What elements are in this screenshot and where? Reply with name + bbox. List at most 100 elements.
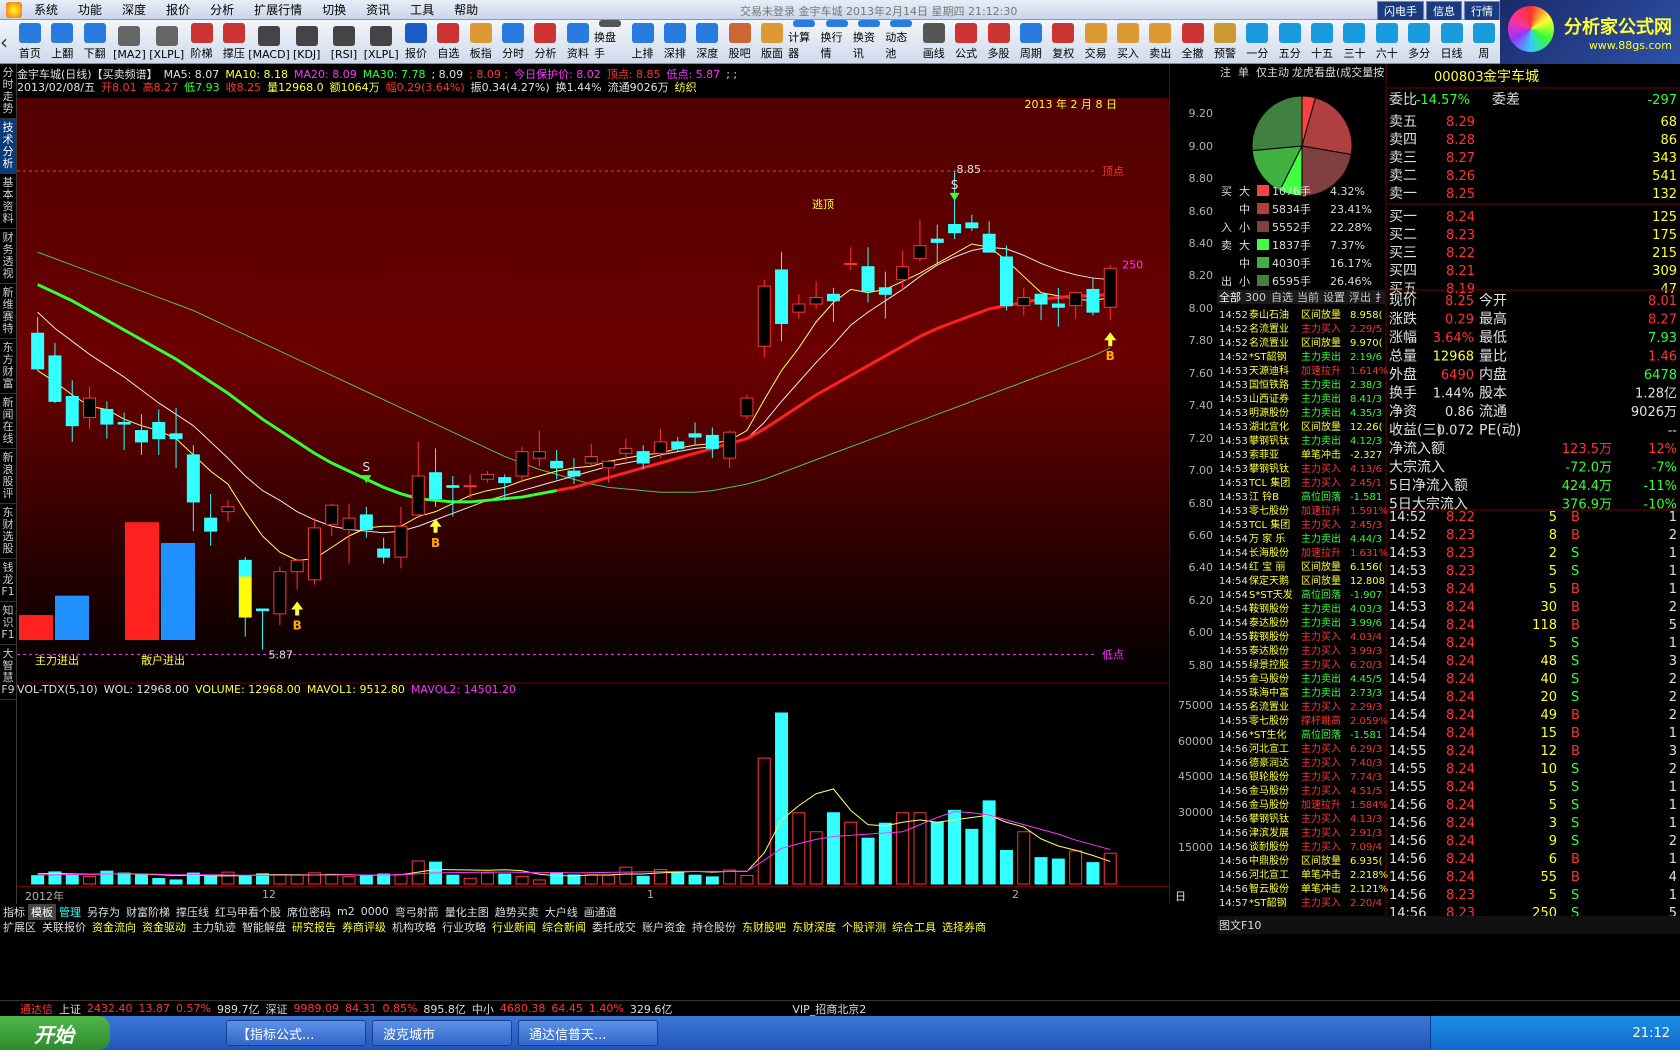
candle-body[interactable] [463, 485, 477, 488]
left-nav-item-0[interactable]: 分时走势 [0, 64, 16, 119]
candle-body[interactable] [1017, 297, 1031, 307]
candle-body[interactable] [307, 527, 321, 581]
candle-body[interactable] [480, 473, 494, 480]
candle-body[interactable] [896, 266, 910, 281]
candle-body[interactable] [965, 222, 979, 229]
toolbar-button-11[interactable]: 报价 [400, 20, 432, 63]
toolbar-button-33[interactable]: 买入 [1112, 20, 1144, 63]
candle-body[interactable] [117, 421, 131, 425]
toolbar-button-34[interactable]: 卖出 [1144, 20, 1176, 63]
candle-body[interactable] [186, 454, 200, 503]
toolbar-button-43[interactable]: 日线 [1435, 20, 1467, 63]
info-tab-7[interactable]: 券商评级 [339, 919, 389, 935]
candle-body[interactable] [602, 460, 616, 469]
toolbar-button-24[interactable]: 换行情 [821, 20, 853, 63]
candle-body[interactable] [861, 266, 875, 292]
candle-body[interactable] [550, 460, 564, 469]
toolbar-button-14[interactable]: 分时 [497, 20, 529, 63]
list-tab-3[interactable]: 当前 [1297, 290, 1319, 304]
candle-body[interactable] [1069, 292, 1083, 307]
menu-item-7[interactable]: 资讯 [356, 1, 400, 18]
menu-item-4[interactable]: 分析 [200, 1, 244, 18]
list-tab-6[interactable]: 扌 [1375, 290, 1386, 304]
indicator-tab-5[interactable]: 撑压线 [173, 904, 212, 920]
candle-body[interactable] [844, 262, 858, 265]
toolbar-scroll-left-icon[interactable]: ‹ [0, 20, 14, 63]
candle-body[interactable] [930, 238, 944, 243]
toolbar-button-38[interactable]: 五分 [1274, 20, 1306, 63]
info-tab-4[interactable]: 主力轨迹 [189, 919, 239, 935]
candle-body[interactable] [429, 472, 443, 500]
toolbar-button-30[interactable]: 周期 [1015, 20, 1047, 63]
candle-body[interactable] [204, 517, 218, 532]
toolbar-button-41[interactable]: 六十 [1371, 20, 1403, 63]
toolbar-button-4[interactable]: [XLPL] [148, 20, 185, 63]
candle-body[interactable] [705, 434, 719, 449]
toolbar-button-16[interactable]: 资料 [562, 20, 594, 63]
info-tab-14[interactable]: 持仓股份 [689, 919, 739, 935]
indicator-tab-8[interactable]: m2 [334, 905, 358, 918]
indicator-tab-7[interactable]: 席位密码 [284, 904, 334, 920]
toolbar-button-3[interactable]: [MA2] [111, 20, 148, 63]
candle-body[interactable] [515, 451, 529, 477]
left-nav-item-5[interactable]: 东方财富 [0, 339, 16, 394]
candle-body[interactable] [325, 504, 339, 526]
top-button-0[interactable]: 闪电手 [1377, 1, 1424, 21]
info-tab-15[interactable]: 东财股吧 [739, 919, 789, 935]
menu-item-0[interactable]: 系统 [24, 1, 68, 18]
indicator-tab-0[interactable]: 指标 [0, 904, 28, 920]
indicator-tab-9[interactable]: 0000 [358, 905, 392, 918]
left-nav-item-10[interactable]: 知识F1 [0, 602, 16, 645]
candle-body[interactable] [290, 559, 304, 573]
toolbar-button-31[interactable]: 复权 [1047, 20, 1079, 63]
info-tab-1[interactable]: 关联报价 [39, 919, 89, 935]
candle-body[interactable] [757, 285, 771, 347]
candle-body[interactable] [948, 224, 962, 234]
candle-body[interactable] [567, 470, 581, 477]
info-tab-19[interactable]: 选择券商 [939, 919, 989, 935]
candle-body[interactable] [359, 514, 373, 531]
kline-chart[interactable]: 金宇车城(日线)【买卖频谱】 MA5: 8.07 MA10: 8.18 MA20: 8… [17, 64, 1217, 919]
candle-body[interactable] [446, 485, 460, 488]
menu-item-2[interactable]: 深度 [112, 1, 156, 18]
info-tab-12[interactable]: 委托成交 [589, 919, 639, 935]
toolbar-button-18[interactable]: 上排 [626, 20, 658, 63]
info-tab-13[interactable]: 账户资金 [639, 919, 689, 935]
left-nav-item-6[interactable]: 新闻在线 [0, 394, 16, 449]
left-nav-item-4[interactable]: 新维赛特 [0, 284, 16, 339]
info-tab-2[interactable]: 资金流向 [89, 919, 139, 935]
candle-body[interactable] [100, 408, 114, 425]
menu-item-9[interactable]: 帮助 [444, 1, 488, 18]
toolbar-button-1[interactable]: 上翻 [46, 20, 78, 63]
list-tab-2[interactable]: 自选 [1271, 291, 1293, 304]
info-tab-18[interactable]: 综合工具 [889, 919, 939, 935]
candle-body[interactable] [48, 355, 62, 402]
left-nav-item-2[interactable]: 基本资料 [0, 174, 16, 229]
toolbar-button-44[interactable]: 周 [1468, 20, 1500, 63]
top-button-1[interactable]: 信息 [1426, 1, 1462, 21]
toolbar-button-10[interactable]: [XLPL] [363, 20, 400, 63]
candle-body[interactable] [152, 421, 166, 440]
start-button[interactable]: 开始 [0, 1016, 110, 1050]
panel-tab-0[interactable]: 注 [1220, 65, 1231, 79]
panel-tab-1[interactable]: 单 [1238, 66, 1249, 79]
tick-view-tab-0[interactable]: 笔 [1397, 933, 1409, 934]
toolbar-button-17[interactable]: 换盘手 [594, 20, 626, 63]
candle-body[interactable] [1034, 293, 1048, 305]
candle-body[interactable] [878, 287, 892, 295]
candle-body[interactable] [377, 548, 391, 558]
candle-body[interactable] [256, 608, 270, 612]
candle-body[interactable] [809, 297, 823, 305]
info-tab-3[interactable]: 资金驱动 [139, 919, 189, 935]
list-tab-1[interactable]: 300 [1245, 291, 1266, 304]
candle-body[interactable] [1051, 303, 1065, 308]
taskbar-item-2[interactable]: 通达信普天... [518, 1020, 658, 1046]
candle-body[interactable] [775, 269, 789, 324]
candle-body[interactable] [394, 525, 408, 558]
left-nav-item-11[interactable]: 大智慧F9 [0, 645, 16, 700]
candle-body[interactable] [221, 506, 235, 513]
toolbar-button-23[interactable]: 计算器 [788, 20, 820, 63]
left-nav-item-7[interactable]: 新浪股评 [0, 449, 16, 504]
taskbar-item-1[interactable]: 波克城市 [372, 1020, 512, 1046]
indicator-tab-11[interactable]: 量化主图 [442, 904, 492, 920]
